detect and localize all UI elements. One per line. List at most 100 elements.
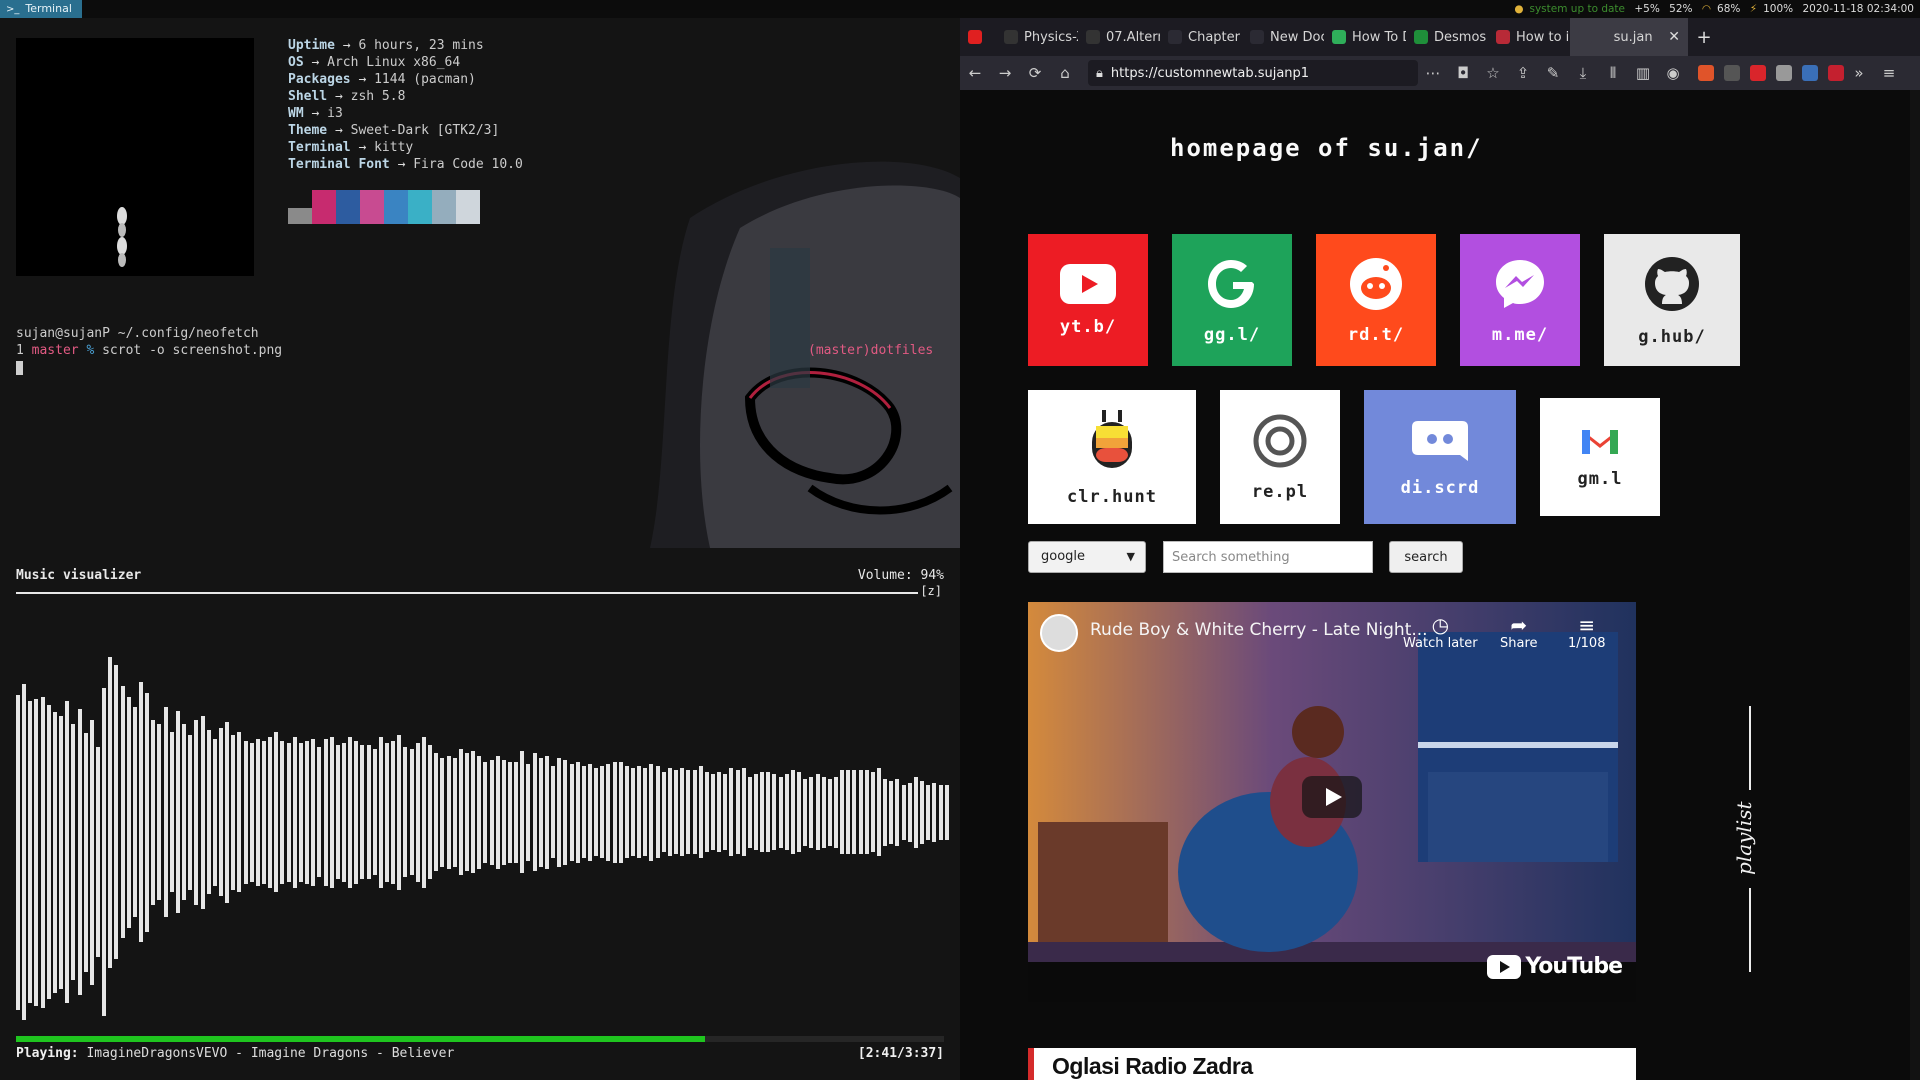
neofetch-row: OS → Arch Linux x86_64 [288,54,523,71]
youtube-logo[interactable]: YouTube [1487,954,1623,979]
shortcut-tile[interactable]: yt.b/ [1028,234,1148,366]
spectrum-bar [594,768,598,856]
account-icon[interactable]: ◉ [1658,64,1688,82]
tab-label: su.jan [1613,29,1653,45]
spectrum-bar [262,741,266,884]
now-playing: Playing: ImagineDragonsVEVO - Imagine Dr… [16,1046,454,1061]
shortcut-tile[interactable]: re.pl [1220,390,1340,524]
messenger-icon [1492,256,1548,317]
update-status: system up to date [1529,3,1626,15]
url-bar[interactable]: 🔒︎ https://customnewtab.sujanp1 [1088,60,1418,86]
terminal-window[interactable]: Uptime → 6 hours, 23 mins OS → Arch Linux… [0,18,960,548]
prompt-line[interactable]: 1 master % scrot -o screenshot.png [16,343,282,358]
spectrum-bar [637,766,641,858]
share-button[interactable]: ➦ Share [1500,614,1538,651]
spectrum-bar [871,772,875,852]
shortcut-tile[interactable]: m.me/ [1460,234,1580,366]
neofetch-row: WM → i3 [288,105,523,122]
neofetch-image [16,38,254,276]
browser-tab[interactable]: Desmos [1406,18,1488,56]
search-button[interactable]: search [1389,541,1463,573]
search-input[interactable] [1163,541,1373,573]
reload-button[interactable]: ⟳ [1020,64,1050,82]
reddit-icon [1348,256,1404,317]
close-tab-icon[interactable]: ✕ [1668,29,1680,45]
spectrum-bar [447,756,451,869]
play-button[interactable] [1302,776,1362,818]
menu-icon[interactable]: ≡ [1874,64,1904,82]
browser-tab[interactable]: Physics-XII [996,18,1078,56]
shortcut-tile[interactable]: rd.t/ [1316,234,1436,366]
page-actions-icon[interactable]: ⋯ [1418,64,1448,82]
browser-tab[interactable] [960,18,996,56]
overflow-icon[interactable]: » [1844,64,1874,82]
arrow-icon: → [327,123,351,138]
watch-later-label: Watch later [1403,636,1478,651]
bookmark-star-icon[interactable]: ☆ [1478,64,1508,82]
pocket-icon[interactable]: ◘ [1448,64,1478,82]
page-scrollbar[interactable] [1910,90,1920,1080]
neofetch-row: Packages → 1144 (pacman) [288,71,523,88]
spectrum-bar [563,760,567,865]
spectrum-bar [570,764,574,861]
share-label: Share [1500,636,1538,651]
radio-banner[interactable]: Oglasi Radio Zadra [1028,1048,1636,1080]
home-button[interactable]: ⌂ [1050,64,1080,82]
shortcut-tile[interactable]: clr.hunt [1028,390,1196,524]
playlist-toggle[interactable]: playlist [1730,706,1770,972]
youtube-embed[interactable]: Rude Boy & White Cherry - Late Night... … [1028,602,1636,1002]
wrench-icon[interactable]: ✎ [1538,64,1568,82]
search-engine-select[interactable]: google ▼ [1028,541,1146,573]
spectrum-bar [902,785,906,840]
share-icon[interactable]: ⇪ [1508,64,1538,82]
spectrum-bar [785,774,789,850]
playlist-line-top [1749,706,1751,790]
spectrum-bars [16,602,949,1022]
spectrum-bar [157,724,161,900]
browser-tab[interactable]: How to ins [1488,18,1570,56]
spectrum-bar [803,779,807,846]
favicon-icon [1004,30,1018,44]
spectrum-bar [324,739,328,886]
browser-tab[interactable]: How To D [1324,18,1406,56]
extension-icon-1[interactable] [1698,65,1714,81]
spectrum-bar [434,753,438,871]
browser-tab[interactable]: su.jan ✕ [1570,18,1688,56]
workspace-tab[interactable]: >_ Terminal [0,0,82,18]
shortcut-tile[interactable]: g.hub/ [1604,234,1740,366]
shortcut-tile[interactable]: gm.l [1540,398,1660,516]
extension-icon-2[interactable] [1724,65,1740,81]
tab-label: 07.Alterna [1106,29,1160,45]
new-tab-button[interactable]: + [1688,27,1720,48]
back-button[interactable]: ← [960,64,990,82]
palette-swatch [456,190,480,224]
spectrum-bar [305,741,309,884]
extension-icon-4[interactable] [1776,65,1792,81]
adblock-icon[interactable] [1828,65,1844,81]
sidebar-icon[interactable]: ▥ [1628,64,1658,82]
watch-later-button[interactable]: ◷ Watch later [1403,614,1478,651]
forward-button[interactable]: → [990,64,1020,82]
video-title[interactable]: Rude Boy & White Cherry - Late Night... [1090,620,1428,640]
tile-label: clr.hunt [1067,486,1157,507]
download-icon[interactable]: ⤓ [1568,64,1598,82]
playlist-button[interactable]: ≡ 1/108 [1568,614,1605,651]
browser-tab[interactable]: Chapter 7.pm [1160,18,1242,56]
playback-progress[interactable] [16,1036,944,1042]
browser-tab[interactable]: New Doc 2019 [1242,18,1324,56]
tab-label: How to ins [1516,29,1570,45]
neofetch-key: OS [288,55,304,70]
memory-status: 52% [1669,3,1693,15]
navigation-toolbar: ← → ⟳ ⌂ 🔒︎ https://customnewtab.sujanp1 … [960,56,1920,90]
browser-tab[interactable]: 07.Alterna [1078,18,1160,56]
spectrum-bar [287,743,291,882]
channel-avatar[interactable] [1040,614,1078,652]
favicon-icon [1168,30,1182,44]
extension-icon-3[interactable] [1750,65,1766,81]
library-icon[interactable]: ⫴ [1598,64,1628,82]
shortcut-tile[interactable]: di.scrd [1364,390,1516,524]
arrow-icon: → [303,55,328,70]
extension-icon-5[interactable] [1802,65,1818,81]
playlist-icon: ≡ [1578,613,1596,637]
shortcut-tile[interactable]: gg.l/ [1172,234,1292,366]
